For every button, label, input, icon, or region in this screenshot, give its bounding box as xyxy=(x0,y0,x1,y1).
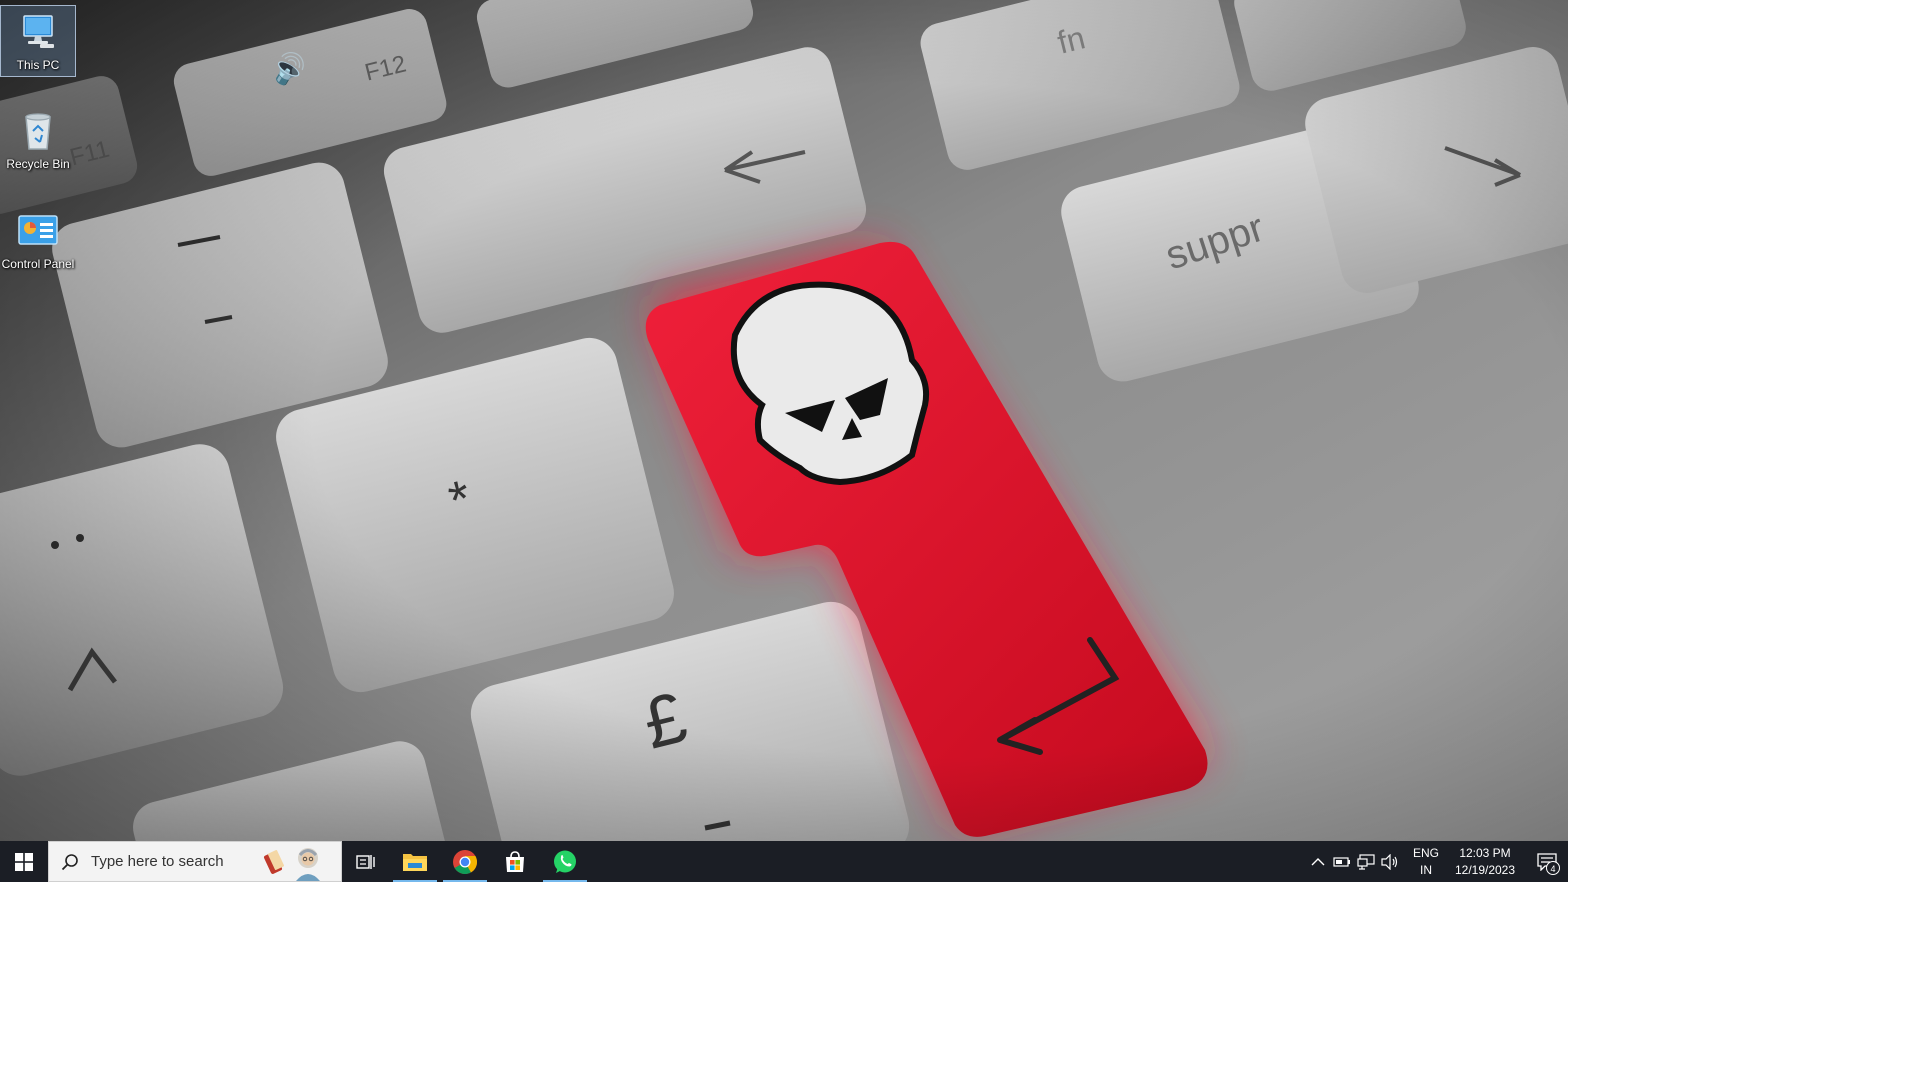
task-view-button[interactable] xyxy=(342,841,390,882)
taskbar-microsoft-store[interactable] xyxy=(490,841,540,882)
control-panel-icon xyxy=(14,207,62,255)
this-pc-icon xyxy=(14,8,62,56)
taskbar-file-explorer[interactable] xyxy=(390,841,440,882)
desktop-icon-this-pc[interactable]: This PC xyxy=(0,5,76,77)
search-highlight-icon xyxy=(263,848,320,881)
desktop-icon-label: Recycle Bin xyxy=(6,157,70,171)
system-tray: ENG IN 12:03 PM 12/19/2023 4 xyxy=(1306,841,1568,882)
desktop-icon-label: Control Panel xyxy=(1,257,75,271)
start-button[interactable] xyxy=(0,841,48,882)
network-icon xyxy=(1357,853,1375,870)
speaker-icon xyxy=(1381,853,1398,870)
clock-time: 12:03 PM xyxy=(1459,845,1511,860)
search-icon xyxy=(61,853,79,871)
windows-logo-icon xyxy=(15,852,33,871)
taskbar-google-chrome[interactable] xyxy=(440,841,490,882)
task-view-icon xyxy=(356,854,375,869)
language-code: ENG xyxy=(1412,845,1439,860)
desktop: F12 🔊 F11 fn suppr * £ This PC Recycle B… xyxy=(0,0,1568,882)
taskbar-whatsapp[interactable] xyxy=(540,841,590,882)
battery-button[interactable] xyxy=(1330,841,1354,882)
chrome-icon xyxy=(453,849,478,874)
language-indicator[interactable]: ENG IN xyxy=(1408,841,1444,882)
clock[interactable]: 12:03 PM 12/19/2023 xyxy=(1444,841,1526,882)
chevron-up-icon xyxy=(1311,857,1325,865)
search-box[interactable]: Type here to search xyxy=(48,841,342,882)
desktop-icon-control-panel[interactable]: Control Panel xyxy=(0,205,76,277)
clock-date: 12/19/2023 xyxy=(1454,862,1516,877)
battery-icon xyxy=(1333,856,1350,867)
microsoft-store-icon xyxy=(506,850,524,872)
whatsapp-icon xyxy=(554,850,576,873)
wallpaper xyxy=(0,0,1568,841)
desktop-icon-label: This PC xyxy=(16,58,60,72)
action-center-button[interactable]: 4 xyxy=(1526,841,1568,882)
language-region: IN xyxy=(1420,862,1432,877)
desktop-icon-recycle-bin[interactable]: Recycle Bin xyxy=(0,105,76,177)
file-explorer-icon xyxy=(403,853,427,871)
network-button[interactable] xyxy=(1354,841,1378,882)
taskbar: Type here to search ENG IN 12:03 PM 12/1… xyxy=(0,841,1568,882)
recycle-bin-icon xyxy=(14,107,62,155)
search-placeholder: Type here to search xyxy=(91,853,224,870)
show-hidden-icons-button[interactable] xyxy=(1306,841,1330,882)
notification-badge: 4 xyxy=(1546,861,1560,875)
volume-button[interactable] xyxy=(1378,841,1402,882)
